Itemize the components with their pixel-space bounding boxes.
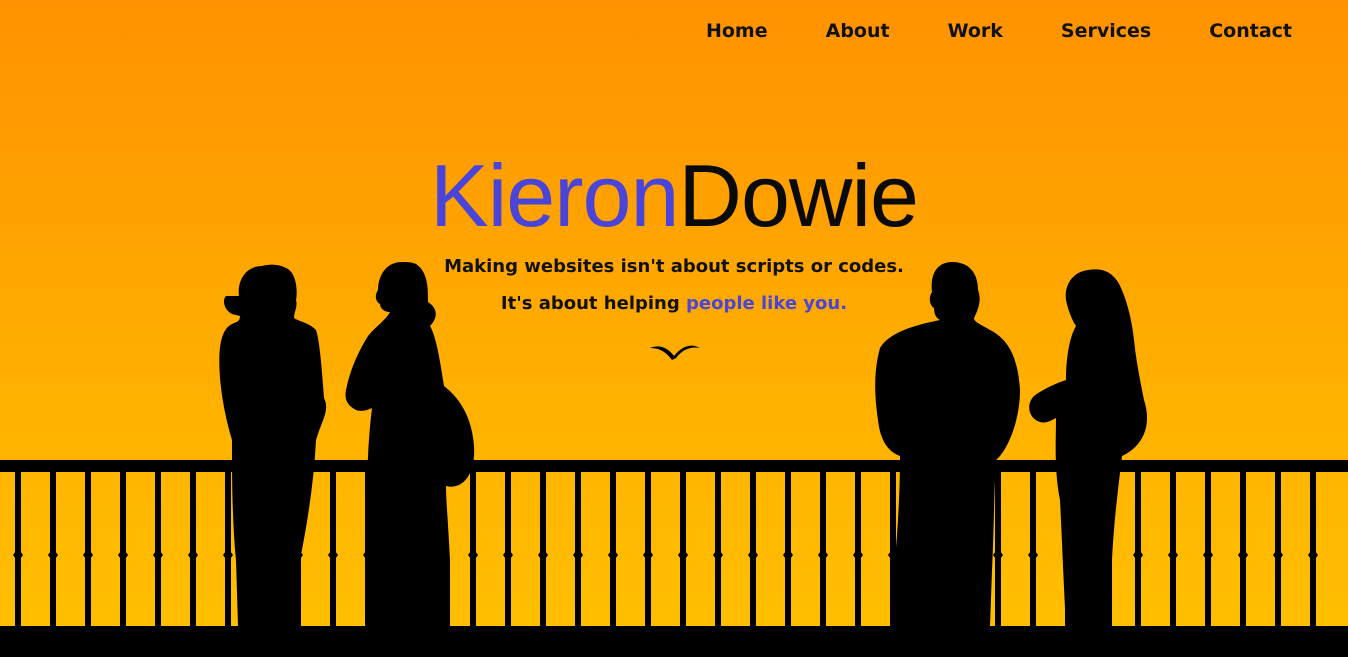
railing-baluster-knot bbox=[153, 548, 163, 562]
railing-baluster-knot bbox=[573, 548, 583, 562]
logo-first-name: Kieron bbox=[430, 146, 679, 245]
site-logo: KieronDowie bbox=[0, 146, 1348, 246]
railing-baluster-knot bbox=[1168, 548, 1178, 562]
railing-baluster-knot bbox=[783, 548, 793, 562]
railing-baluster-knot bbox=[538, 548, 548, 562]
railing-baluster-knot bbox=[1203, 548, 1213, 562]
railing-baluster-knot bbox=[608, 548, 618, 562]
railing-baluster-knot bbox=[13, 548, 23, 562]
railing-baluster-knot bbox=[993, 548, 1003, 562]
railing-baluster-knot bbox=[1133, 548, 1143, 562]
railing-baluster-knot bbox=[118, 548, 128, 562]
railing-baluster-knot bbox=[643, 548, 653, 562]
nav-item-work[interactable]: Work bbox=[948, 18, 1003, 44]
railing-baluster-knot bbox=[328, 548, 338, 562]
nav-item-home[interactable]: Home bbox=[706, 18, 768, 44]
railing-baluster-knot bbox=[468, 548, 478, 562]
railing-baluster-knot bbox=[1308, 548, 1318, 562]
railing-baluster-knot bbox=[1238, 548, 1248, 562]
railing-baluster-knot bbox=[223, 548, 233, 562]
person-silhouette-1 bbox=[219, 264, 327, 626]
person-silhouette-4 bbox=[1029, 269, 1148, 626]
railing-baluster-knot bbox=[748, 548, 758, 562]
nav-item-services[interactable]: Services bbox=[1061, 18, 1151, 44]
tagline-line-2-accent: people like you. bbox=[686, 293, 848, 314]
railing-baluster-knot bbox=[83, 548, 93, 562]
tagline-line-1: Making websites isn't about scripts or c… bbox=[444, 256, 904, 277]
railing-top-bar bbox=[0, 460, 1348, 472]
railing-baluster-knot bbox=[503, 548, 513, 562]
railing-baluster-knot bbox=[188, 548, 198, 562]
railing-baluster-knot bbox=[48, 548, 58, 562]
railing-baluster-knot bbox=[1273, 548, 1283, 562]
logo-last-name: Dowie bbox=[678, 146, 919, 245]
main-navigation: Home About Work Services Contact bbox=[648, 18, 1292, 44]
hero-section: Home About Work Services Contact KieronD… bbox=[0, 0, 1348, 657]
silhouette-scene bbox=[0, 262, 1348, 657]
bird-icon bbox=[650, 345, 700, 360]
nav-item-about[interactable]: About bbox=[826, 18, 890, 44]
railing-baluster-knot bbox=[853, 548, 863, 562]
person-silhouette-2 bbox=[345, 262, 475, 626]
tagline-line-2-prefix: It's about helping bbox=[500, 293, 687, 314]
tagline-line-2: It's about helping people like you. bbox=[0, 293, 1348, 314]
railing-baluster-knot bbox=[1028, 548, 1038, 562]
railing-baluster-knot bbox=[818, 548, 828, 562]
railing-base bbox=[0, 626, 1348, 657]
railing-baluster-knot bbox=[713, 548, 723, 562]
nav-item-contact[interactable]: Contact bbox=[1209, 18, 1292, 44]
railing-baluster-knot bbox=[678, 548, 688, 562]
railing-balusters bbox=[13, 468, 1318, 628]
